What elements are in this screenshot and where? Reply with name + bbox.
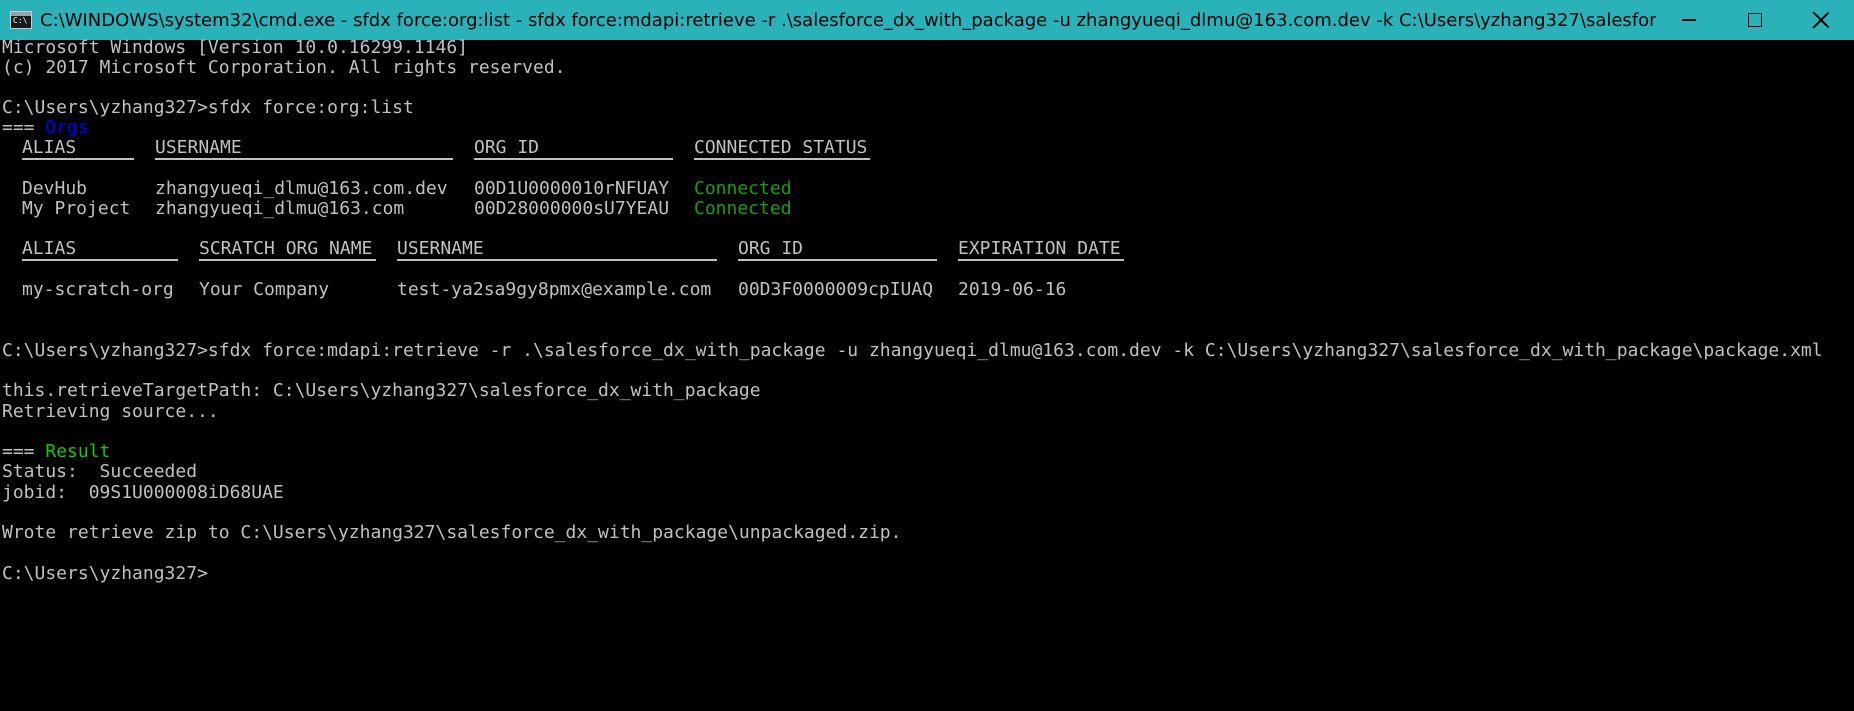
- orgs-row2-username: zhangyueqi_dlmu@163.com: [155, 198, 405, 219]
- scratch-row1-name: Your Company: [199, 279, 330, 300]
- wrote-zip-line: Wrote retrieve zip to C:\Users\yzhang327…: [2, 522, 902, 543]
- orgs-col-status: CONNECTED STATUS: [694, 136, 870, 160]
- title-bar[interactable]: C:\WINDOWS\system32\cmd.exe - sfdx force…: [0, 0, 1854, 40]
- console-output[interactable]: Microsoft Windows [Version 10.0.16299.11…: [0, 37, 1854, 711]
- current-prompt[interactable]: C:\Users\yzhang327>: [2, 562, 208, 586]
- scratch-col-name: SCRATCH ORG NAME: [199, 237, 376, 261]
- scratch-row1-username: test-ya2sa9gy8pmx@example.com: [397, 279, 712, 300]
- scratch-col-alias: ALIAS: [22, 237, 178, 261]
- orgs-row2-status: Connected: [694, 198, 792, 219]
- orgs-heading: Orgs: [45, 117, 89, 138]
- orgs-row2-alias: My Project: [22, 198, 131, 219]
- minimize-icon: [1682, 19, 1696, 21]
- orgs-col-username: USERNAME: [155, 136, 453, 160]
- window-title: C:\WINDOWS\system32\cmd.exe - sfdx force…: [40, 9, 1656, 31]
- scratch-row1-alias: my-scratch-org: [22, 279, 174, 300]
- scratch-col-orgid: ORG ID: [738, 237, 937, 261]
- maximize-button[interactable]: [1722, 0, 1788, 40]
- orgs-prefix: ===: [2, 117, 46, 138]
- cmd-app-icon[interactable]: [10, 11, 32, 29]
- jobid-line: jobid: 09S1U000008iD68UAE: [2, 482, 284, 503]
- orgs-col-alias: ALIAS: [22, 136, 134, 160]
- close-icon: [1812, 11, 1830, 29]
- orgs-row2-orgid: 00D28000000sU7YEAU: [474, 198, 670, 219]
- result-heading: Result: [45, 441, 111, 462]
- scratch-col-expiration: EXPIRATION DATE: [958, 237, 1124, 261]
- scratch-col-username: USERNAME: [397, 237, 717, 261]
- orgs-col-orgid: ORG ID: [474, 136, 673, 160]
- retrieving-source: Retrieving source...: [2, 401, 219, 422]
- minimize-button[interactable]: [1656, 0, 1722, 40]
- banner-copyright: (c) 2017 Microsoft Corporation. All righ…: [2, 57, 566, 78]
- scratch-row1-expiration: 2019-06-16: [958, 279, 1067, 300]
- result-prefix: ===: [2, 441, 46, 462]
- close-button[interactable]: [1788, 0, 1854, 40]
- scratch-row1-orgid: 00D3F0000009cpIUAQ: [738, 279, 934, 300]
- maximize-icon: [1748, 13, 1762, 27]
- command-mdapi-retrieve: C:\Users\yzhang327>sfdx force:mdapi:retr…: [2, 340, 1823, 361]
- cmd-window: C:\WINDOWS\system32\cmd.exe - sfdx force…: [0, 0, 1854, 711]
